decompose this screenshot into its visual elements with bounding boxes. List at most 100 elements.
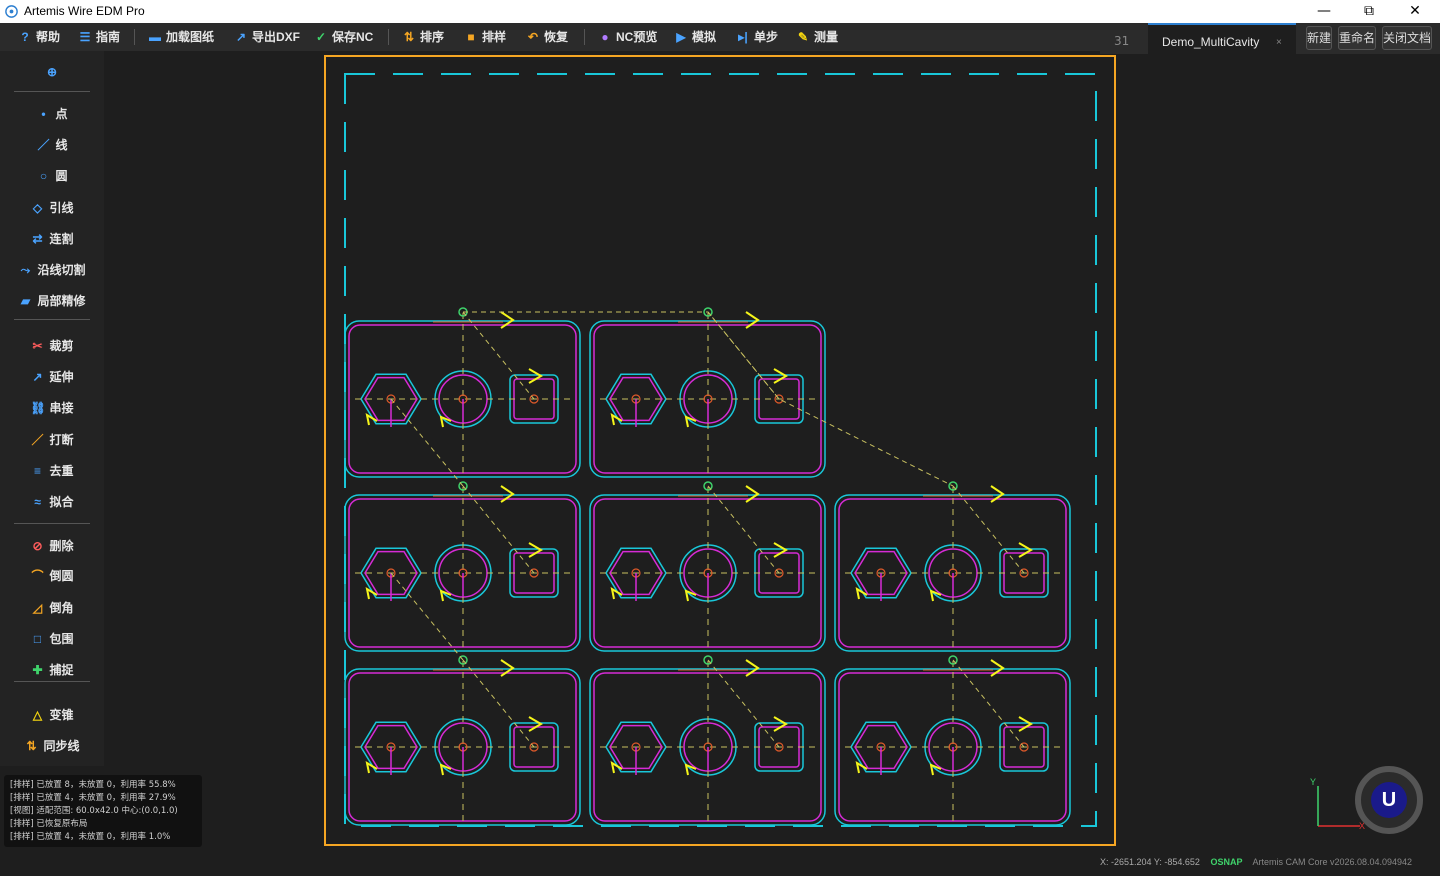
main-toolbar: ? 帮助 ☰ 指南 ▬ 加载图纸 ↗ 导出DXF ✓ 保存NC ⇅ 排序 ■ 排样 ↶ 恢复 ●… xyxy=(0,23,1100,51)
fit-icon: ≈ xyxy=(34,495,41,509)
export-dxf-button[interactable]: ↗ 导出DXF xyxy=(234,23,300,51)
delete-icon: ⊘ xyxy=(32,539,43,553)
log-line: [排样] 已恢复原布局 xyxy=(10,819,88,829)
bounding-icon: □ xyxy=(33,632,42,646)
osnap-indicator[interactable]: OSNAP xyxy=(1210,857,1242,867)
sidebar-item-dedupe[interactable]: ≡ 去重 xyxy=(0,460,104,482)
brand-badge: U xyxy=(1355,766,1423,834)
sidebar-item-path-cut[interactable]: ⤳ 沿线切割 xyxy=(0,259,104,281)
break-icon: ／ xyxy=(31,433,44,447)
toolbar-divider xyxy=(134,29,135,45)
sort-button[interactable]: ⇅ 排序 xyxy=(402,23,444,51)
fillet-icon: ⌒ xyxy=(31,569,44,583)
tab-count: 31 xyxy=(1114,34,1130,48)
sidebar-item-trim[interactable]: ✂ 裁剪 xyxy=(0,335,104,357)
maximize-button[interactable]: ⧉ xyxy=(1346,0,1392,23)
close-document-button[interactable]: 关闭文档 xyxy=(1382,26,1432,50)
tab-label: Demo_MultiCavity xyxy=(1162,35,1260,49)
document-tabstrip: 31 Demo_MultiCavity × 新建 重命名 关闭文档 xyxy=(1100,23,1440,54)
step-button[interactable]: ▸| 单步 xyxy=(736,23,778,51)
sidebar-item-line[interactable]: ／线 xyxy=(0,134,104,156)
sidebar-item-fillet[interactable]: ⌒ 倒圆 xyxy=(0,565,104,587)
ruler-icon: ✎ xyxy=(797,30,809,44)
restore-button[interactable]: ↶ 恢复 xyxy=(526,23,568,51)
sidebar-item-multi-cut[interactable]: ⇄ 连割 xyxy=(0,228,104,250)
export-icon: ↗ xyxy=(235,30,247,44)
play-icon: ▶ xyxy=(676,30,686,44)
undo-icon: ↶ xyxy=(527,30,539,44)
pin-icon[interactable]: ⊕ xyxy=(0,61,104,83)
extend-icon: ↗ xyxy=(32,370,43,384)
sidebar-item-taper[interactable]: △ 变锥 xyxy=(0,704,104,726)
path-cut-icon: ⤳ xyxy=(20,263,31,277)
tab-demo-multicavity[interactable]: Demo_MultiCavity × xyxy=(1148,23,1296,54)
direction-arrow xyxy=(773,542,788,558)
direction-arrow xyxy=(528,716,543,732)
sidebar-divider xyxy=(14,319,90,320)
sidebar-item-extend[interactable]: ↗ 延伸 xyxy=(0,366,104,388)
log-line: [排样] 已放置 8，未放置 0，利用率 55.8% xyxy=(10,780,176,790)
cursor-coordinates: X: -2651.204 Y: -854.652 xyxy=(1100,857,1200,867)
log-line: [视图] 适配范围: 60.0x42.0 中心:(0.0,1.0) xyxy=(10,806,178,816)
close-window-button[interactable]: ✕ xyxy=(1392,0,1438,23)
minimize-button[interactable]: — xyxy=(1301,0,1347,23)
title-bar: Artemis Wire EDM Pro — ⧉ ✕ xyxy=(0,0,1440,23)
nest-icon: ■ xyxy=(467,30,475,44)
drawing-canvas[interactable]: XY xyxy=(104,51,1440,855)
simulate-button[interactable]: ▶ 模拟 xyxy=(674,23,716,51)
sidebar-item-local-finish[interactable]: ▰ 局部精修 xyxy=(0,290,104,312)
sidebar-item-bounding[interactable]: □ 包围 xyxy=(0,628,104,650)
sidebar-item-break[interactable]: ／打断 xyxy=(0,429,104,451)
direction-arrow xyxy=(528,368,543,384)
window-title: Artemis Wire EDM Pro xyxy=(24,4,145,18)
preview-icon: ● xyxy=(601,30,609,44)
local-finish-icon: ▰ xyxy=(20,294,31,308)
nc-preview-button[interactable]: ● NC预览 xyxy=(598,23,657,51)
save-nc-button[interactable]: ✓ 保存NC xyxy=(314,23,373,51)
lead-icon: ◇ xyxy=(32,201,43,215)
trim-icon: ✂ xyxy=(32,339,43,353)
tool-sidebar: ⊕ • 点 ／线 ○ 圆 ◇ 引线 ⇄ 连割 ⤳ 沿线切割 ▰ 局部精修 ✂ 裁剪 ↗ 延伸 ⛓ 串接 ／打断 ≡ 去重 ≈… xyxy=(0,51,104,766)
line-icon: ／ xyxy=(37,138,50,152)
sidebar-item-chamfer[interactable]: ◿ 倒角 xyxy=(0,597,104,619)
y-axis-label: Y xyxy=(1310,777,1316,787)
point-icon: • xyxy=(41,107,46,121)
rename-button[interactable]: 重命名 xyxy=(1338,26,1376,50)
sidebar-item-delete[interactable]: ⊘ 删除 xyxy=(0,535,104,557)
close-tab-icon[interactable]: × xyxy=(1276,37,1282,48)
multi-cut-icon: ⇄ xyxy=(32,232,43,246)
taper-icon: △ xyxy=(32,708,43,722)
circle-icon: ○ xyxy=(39,169,48,183)
sidebar-item-fit[interactable]: ≈ 拟合 xyxy=(0,491,104,513)
new-document-button[interactable]: 新建 xyxy=(1306,26,1332,50)
sidebar-item-point[interactable]: • 点 xyxy=(0,103,104,125)
message-log: [排样] 已放置 8，未放置 0，利用率 55.8% [排样] 已放置 4，未放… xyxy=(4,775,202,847)
guide-button[interactable]: ☰ 指南 xyxy=(78,23,120,51)
sidebar-item-circle[interactable]: ○ 圆 xyxy=(0,165,104,187)
load-drawing-button[interactable]: ▬ 加载图纸 xyxy=(148,23,214,51)
sidebar-item-sync-line[interactable]: ⇅ 同步线 xyxy=(0,735,104,757)
sidebar-item-lead[interactable]: ◇ 引线 xyxy=(0,197,104,219)
measure-button[interactable]: ✎ 测量 xyxy=(796,23,838,51)
direction-arrow xyxy=(773,716,788,732)
brand-letter: U xyxy=(1371,782,1407,818)
stock-boundary xyxy=(344,73,1097,827)
sidebar-item-snap[interactable]: ✚ 捕捉 xyxy=(0,659,104,681)
direction-arrow xyxy=(773,368,788,384)
sort-icon: ⇅ xyxy=(403,30,415,44)
step-icon: ▸| xyxy=(738,30,748,44)
snap-icon: ✚ xyxy=(32,663,43,677)
log-line: [排样] 已放置 4，未放置 0，利用率 27.9% xyxy=(10,793,176,803)
toolbar-divider xyxy=(388,29,389,45)
direction-arrow xyxy=(1018,542,1033,558)
chamfer-icon: ◿ xyxy=(32,601,43,615)
sidebar-divider xyxy=(14,91,90,92)
app-logo-icon xyxy=(5,5,18,18)
help-button[interactable]: ? 帮助 xyxy=(18,23,60,51)
sidebar-divider xyxy=(14,681,90,682)
sync-line-icon: ⇅ xyxy=(26,739,37,753)
direction-arrow xyxy=(528,542,543,558)
sidebar-item-chain[interactable]: ⛓ 串接 xyxy=(0,397,104,419)
nesting-button[interactable]: ■ 排样 xyxy=(464,23,506,51)
status-bar: X: -2651.204 Y: -854.652 OSNAP Artemis C… xyxy=(1100,857,1412,867)
